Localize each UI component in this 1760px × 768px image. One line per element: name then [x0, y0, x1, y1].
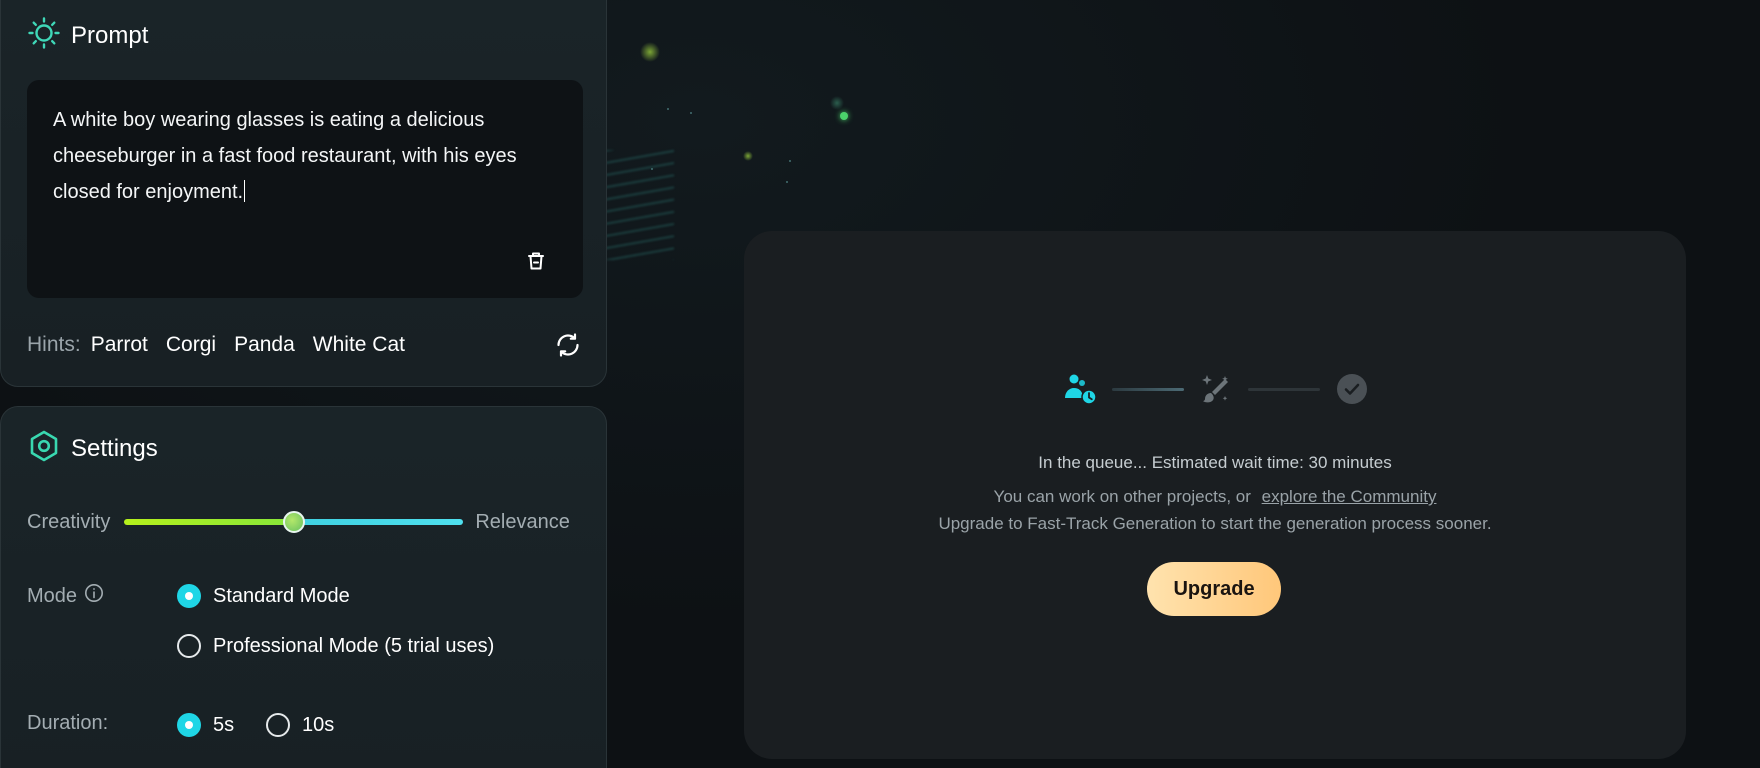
radio-professional-mode[interactable]: Professional Mode (5 trial uses): [177, 634, 494, 658]
hints-label: Hints:: [27, 333, 81, 356]
progress-steps: [1062, 371, 1370, 407]
background-glow: [830, 96, 844, 110]
settings-panel: Settings Creativity Relevance Mode Stand…: [0, 406, 607, 768]
background-glow: [640, 42, 660, 62]
slider-thumb[interactable]: [282, 511, 305, 533]
radio-label: 5s: [213, 713, 235, 736]
radio-label: 10s: [302, 713, 335, 736]
background-glow: [840, 112, 848, 120]
clear-prompt-button[interactable]: [523, 250, 549, 276]
prompt-text[interactable]: A white boy wearing glasses is eating a …: [53, 102, 563, 210]
upgrade-hint-line: Upgrade to Fast-Track Generation to star…: [938, 514, 1492, 533]
creativity-relevance-slider[interactable]: [124, 511, 464, 533]
prompt-header: Prompt: [27, 16, 148, 55]
generation-status-card: In the queue... Estimated wait time: 30 …: [744, 231, 1686, 759]
trash-icon: [525, 250, 547, 277]
refresh-icon: [554, 333, 582, 363]
radio-label: Professional Mode (5 trial uses): [213, 634, 495, 657]
prompt-panel: Prompt A white boy wearing glasses is ea…: [0, 0, 607, 387]
explore-community-link[interactable]: explore the Community: [1262, 487, 1437, 506]
sun-icon: [27, 16, 61, 55]
background-glow: [743, 151, 753, 161]
check-circle-icon: [1334, 371, 1370, 407]
radio-indicator: [177, 584, 201, 608]
radio-duration-10s[interactable]: 10s: [266, 713, 334, 737]
background-dot: [690, 112, 692, 114]
background-dot: [789, 160, 791, 162]
background-dot: [667, 108, 669, 110]
slider-right-label: Relevance: [475, 510, 570, 533]
slider-left-label: Creativity: [27, 510, 111, 533]
background-dot: [786, 181, 788, 183]
radio-duration-5s[interactable]: 5s: [177, 713, 234, 737]
radio-label: Standard Mode: [213, 584, 350, 607]
mode-label: Mode: [27, 583, 104, 609]
queue-hint-line: You can work on other projects, or explo…: [744, 487, 1686, 507]
refresh-hints-button[interactable]: [554, 331, 582, 359]
hint-chip[interactable]: White Cat: [313, 333, 405, 357]
background-dot: [651, 168, 653, 170]
settings-header: Settings: [27, 429, 158, 468]
background-streaks: [604, 150, 674, 260]
queue-hint-prefix: You can work on other projects, or: [993, 487, 1251, 506]
progress-connector: [1248, 387, 1320, 391]
hint-chip[interactable]: Parrot: [91, 333, 148, 357]
radio-standard-mode[interactable]: Standard Mode: [177, 584, 350, 608]
radio-indicator: [177, 713, 201, 737]
users-clock-icon: [1062, 371, 1098, 407]
hints-row: Hints: Parrot Corgi Panda White Cat: [27, 333, 405, 357]
settings-title: Settings: [71, 434, 158, 462]
info-icon[interactable]: [84, 583, 104, 609]
hint-chip[interactable]: Panda: [234, 333, 295, 357]
hexagon-icon: [27, 429, 61, 468]
magic-brush-icon: [1198, 371, 1234, 407]
queue-status-text: In the queue... Estimated wait time: 30 …: [1038, 453, 1392, 472]
creativity-relevance-slider-row: Creativity Relevance: [27, 507, 583, 537]
page: Prompt A white boy wearing glasses is ea…: [0, 0, 1760, 768]
radio-indicator: [266, 713, 290, 737]
prompt-textarea[interactable]: A white boy wearing glasses is eating a …: [27, 80, 583, 298]
upgrade-button[interactable]: Upgrade: [1147, 562, 1281, 616]
progress-connector: [1112, 387, 1184, 391]
radio-indicator: [177, 634, 201, 658]
hint-chip[interactable]: Corgi: [166, 333, 216, 357]
text-caret: [244, 180, 246, 202]
prompt-title: Prompt: [71, 21, 149, 49]
duration-label: Duration:: [27, 712, 109, 734]
